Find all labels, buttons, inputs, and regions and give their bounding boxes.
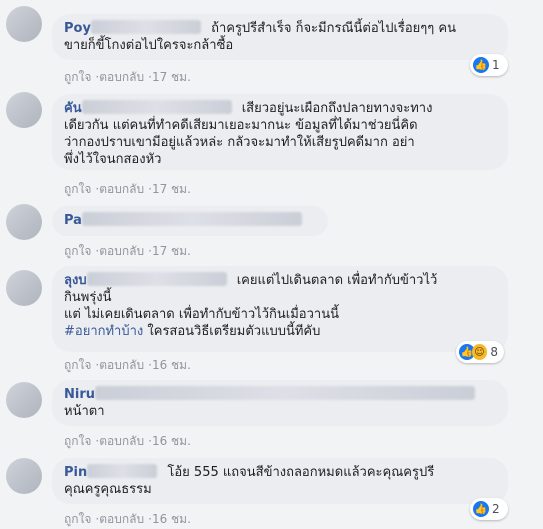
comment-text: ถ้าครูปรีสำเร็จ ก็จะมีกรณีนี้ต่อไปเรื่อย… xyxy=(211,21,456,36)
commenter-name[interactable]: Pin xyxy=(64,465,87,480)
comment-actions: ถูกใจ ·ตอบกลับ ·16 ชม. xyxy=(64,358,191,372)
hashtag-link[interactable]: #อยากทำบ้าง xyxy=(64,324,143,339)
like-link[interactable]: ถูกใจ xyxy=(64,512,91,526)
redacted-name xyxy=(90,20,201,34)
comment-bubble: คัน เสียวอยู่นะเผือกถึงปลายทางจะทาง เดีย… xyxy=(52,94,508,170)
comment-actions: ถูกใจ ·ตอบกลับ ·16 ชม. xyxy=(64,512,191,526)
comment-bubble: Pin โอ้ย 555 แถจนสีข้างถลอกหมดแล้วคะคุณค… xyxy=(52,458,508,504)
redacted-name xyxy=(81,212,302,226)
reaction-count[interactable]: 👍 1 xyxy=(470,54,508,76)
commenter-name[interactable]: Niru xyxy=(64,387,95,402)
reply-link[interactable]: ตอบกลับ xyxy=(99,434,144,448)
timestamp[interactable]: 16 ชม. xyxy=(152,434,191,448)
comment-actions: ถูกใจ ·ตอบกลับ ·17 ชม. xyxy=(64,182,191,196)
timestamp[interactable]: 17 ชม. xyxy=(152,70,191,84)
reply-link[interactable]: ตอบกลับ xyxy=(99,182,144,196)
comment-text: ใครสอนวิธีเตรียมตัวแบบนี้ทีคับ xyxy=(147,324,321,339)
comment-actions: ถูกใจ ·ตอบกลับ ·17 ชม. xyxy=(64,244,191,258)
comment-text: โอ้ย 555 แถจนสีข้างถลอกหมดแล้วคะคุณครูปร… xyxy=(167,465,435,480)
timestamp[interactable]: 16 ชม. xyxy=(152,512,191,526)
commenter-name[interactable]: คัน xyxy=(64,101,82,116)
like-icon: 👍 xyxy=(473,501,489,517)
comment-text: คุณครูคุณธรรม xyxy=(64,482,152,497)
comment-bubble: Pa xyxy=(52,206,328,236)
timestamp[interactable]: 17 ชม. xyxy=(152,182,191,196)
redacted-name xyxy=(81,100,232,114)
comment-text: พึ่งไว้ใจนกสองหัว xyxy=(64,152,162,167)
comment-text: ขายก็ขี้โกงต่อไปใครจะกล้าซื้อ xyxy=(64,38,234,53)
avatar[interactable] xyxy=(6,204,42,240)
comment-bubble: Poy ถ้าครูปรีสำเร็จ ก็จะมีกรณีนี้ต่อไปเร… xyxy=(52,14,508,60)
comment-text: หน้าตา xyxy=(64,404,105,419)
reply-link[interactable]: ตอบกลับ xyxy=(99,358,144,372)
reaction-count[interactable]: 👍 2 xyxy=(470,498,508,520)
reply-link[interactable]: ตอบกลับ xyxy=(99,244,144,258)
like-link[interactable]: ถูกใจ xyxy=(64,70,91,84)
like-link[interactable]: ถูกใจ xyxy=(64,182,91,196)
redacted-name xyxy=(87,464,158,478)
comment-text: แต่ ไม่เคยเดินตลาด เพื่อทำกับข้าวไว้กินเ… xyxy=(64,307,339,322)
haha-icon: ☺ xyxy=(471,344,488,360)
commenter-name[interactable]: ลุงบ xyxy=(64,273,87,288)
avatar[interactable] xyxy=(6,6,42,42)
avatar[interactable] xyxy=(6,92,42,128)
comment-text: เดียวกัน แต่คนที่ทำคดีเสียมาเยอะมากนะ ข้… xyxy=(64,118,418,133)
avatar[interactable] xyxy=(6,458,42,494)
like-link[interactable]: ถูกใจ xyxy=(64,244,91,258)
comment-text: เสียวอยู่นะเผือกถึงปลายทางจะทาง xyxy=(241,101,433,116)
avatar[interactable] xyxy=(6,270,42,306)
like-link[interactable]: ถูกใจ xyxy=(64,358,91,372)
comment-text: กินพรุ่งนี้ xyxy=(64,290,112,305)
comment-actions: ถูกใจ ·ตอบกลับ ·17 ชม. xyxy=(64,70,191,84)
comment-bubble: Niru หน้าตา xyxy=(52,380,508,426)
comment-actions: ถูกใจ ·ตอบกลับ ·16 ชม. xyxy=(64,434,191,448)
timestamp[interactable]: 17 ชม. xyxy=(152,244,191,258)
comment-text: ว่ากองปราบเขามีอยู่แล้วหล่ะ กลัวจะมาทำให… xyxy=(64,135,415,150)
like-icon: 👍 xyxy=(473,57,489,73)
reply-link[interactable]: ตอบกลับ xyxy=(99,512,144,526)
commenter-name[interactable]: Pa xyxy=(64,213,82,228)
comment-text: เคยแต่ไปเดินตลาด เพื่อทำกับข้าวไว้ xyxy=(236,273,438,288)
redacted-name xyxy=(86,272,227,286)
like-link[interactable]: ถูกใจ xyxy=(64,434,91,448)
reaction-count[interactable]: 👍 ☺ 8 xyxy=(456,341,504,363)
avatar[interactable] xyxy=(6,382,42,418)
reply-link[interactable]: ตอบกลับ xyxy=(99,70,144,84)
commenter-name[interactable]: Poy xyxy=(64,21,91,36)
timestamp[interactable]: 16 ชม. xyxy=(152,358,191,372)
redacted-name xyxy=(95,386,476,400)
comment-bubble: ลุงบ เคยแต่ไปเดินตลาด เพื่อทำกับข้าวไว้ … xyxy=(52,266,508,352)
